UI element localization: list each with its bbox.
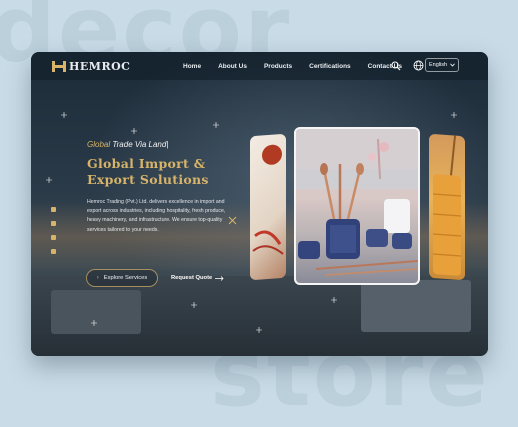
globe-icon xyxy=(413,60,424,71)
hero-description: Hemroc Trading (Pvt.) Ltd. delivers exce… xyxy=(87,199,226,233)
sparkle-icon xyxy=(46,177,52,183)
chevron-right-icon: › xyxy=(96,275,99,281)
logo-mark-icon xyxy=(52,60,66,72)
language-selector[interactable]: English xyxy=(425,58,459,72)
carousel-image-left[interactable] xyxy=(250,133,286,281)
facebook-icon[interactable] xyxy=(51,207,56,212)
hero-title: Global Import & Export Solutions xyxy=(87,156,209,187)
website-preview: HEMROC Home About Us Products Certificat… xyxy=(31,52,488,356)
twitter-icon[interactable] xyxy=(51,221,56,226)
truck-right xyxy=(361,280,471,332)
logo-text: HEMROC xyxy=(69,59,131,73)
eyebrow-accent: Global xyxy=(87,140,111,149)
sparkle-icon xyxy=(61,112,67,118)
nav-home[interactable]: Home xyxy=(183,63,201,70)
sparkle-icon xyxy=(331,297,337,303)
explore-services-button[interactable]: › Explore Services xyxy=(86,269,158,287)
language-label: English xyxy=(428,62,448,68)
sparkle-icon xyxy=(191,302,197,308)
honey-image xyxy=(433,135,461,276)
carousel-image-main[interactable] xyxy=(294,127,420,285)
spice-image xyxy=(252,144,284,255)
arrow-right-icon xyxy=(215,275,224,281)
main-menu: Home About Us Products Certifications Co… xyxy=(183,52,419,80)
sparkle-icon xyxy=(451,112,457,118)
close-icon[interactable] xyxy=(228,216,237,225)
request-quote-label: Request Quote xyxy=(171,275,213,281)
logo[interactable]: HEMROC xyxy=(51,59,130,73)
sparkle-icon xyxy=(131,128,137,134)
instagram-icon[interactable] xyxy=(51,249,56,254)
truck-left xyxy=(51,290,141,334)
hero-eyebrow: Global Trade Via Land| xyxy=(87,140,168,149)
nav-products[interactable]: Products xyxy=(264,63,292,70)
cutlery-image xyxy=(296,129,418,276)
carousel-image-right[interactable] xyxy=(429,133,465,281)
sparkle-icon xyxy=(91,320,97,326)
sparkle-icon xyxy=(256,327,262,333)
explore-services-label: Explore Services xyxy=(103,275,148,281)
eyebrow-rest: Trade Via Land| xyxy=(110,140,169,149)
nav-certifications[interactable]: Certifications xyxy=(309,63,351,70)
chevron-down-icon xyxy=(450,63,455,67)
sparkle-icon xyxy=(213,122,219,128)
linkedin-icon[interactable] xyxy=(51,235,56,240)
social-links xyxy=(51,207,57,263)
nav-about-us[interactable]: About Us xyxy=(218,63,247,70)
request-quote-button[interactable]: Request Quote xyxy=(171,269,224,287)
top-navigation: HEMROC Home About Us Products Certificat… xyxy=(31,52,488,80)
search-icon[interactable] xyxy=(391,61,401,71)
